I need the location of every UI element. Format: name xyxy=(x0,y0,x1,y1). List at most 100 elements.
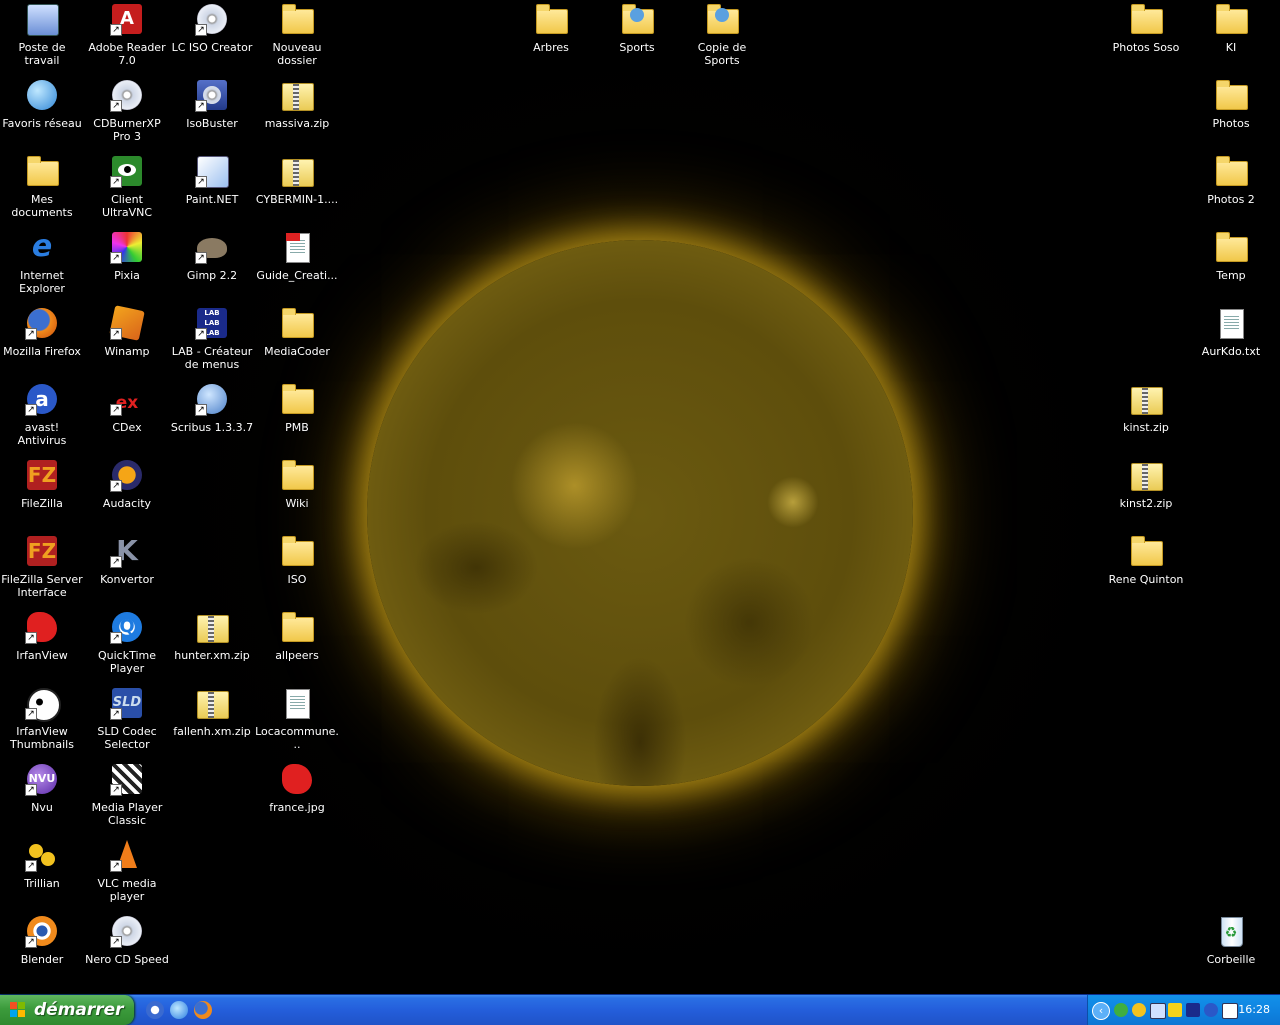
avast-tray-icon[interactable] xyxy=(1204,1003,1218,1017)
icon-label: Audacity xyxy=(102,497,152,510)
folder-icon xyxy=(534,2,568,36)
desktop-icon-cdburnerxp[interactable]: ↗ CDBurnerXP Pro 3 xyxy=(85,78,169,143)
desktop-icon-massiva-zip[interactable]: massiva.zip xyxy=(255,78,339,130)
desktop-icon-kinst2-zip[interactable]: kinst2.zip xyxy=(1104,458,1188,510)
scribus-icon: ↗ xyxy=(195,382,229,416)
audacity-icon: ↗ xyxy=(110,458,144,492)
desktop-icon-mes-documents[interactable]: Mes documents xyxy=(0,154,84,219)
icon-label: Winamp xyxy=(104,345,150,358)
system-tray: ‹ 16:28 xyxy=(1087,995,1280,1025)
internet-explorer-icon[interactable] xyxy=(170,1001,188,1019)
desktop-icon-nero-cd-speed[interactable]: ↗ Nero CD Speed xyxy=(85,914,169,966)
desktop-icon-kinst-zip[interactable]: kinst.zip xyxy=(1104,382,1188,434)
desktop-icon-lc-iso-creator[interactable]: ↗ LC ISO Creator xyxy=(170,2,254,54)
desktop-icon-vlc[interactable]: ↗ VLC media player xyxy=(85,838,169,903)
icon-label: Blender xyxy=(20,953,64,966)
folder-icon xyxy=(280,306,314,340)
desktop-icon-photos[interactable]: Photos xyxy=(1189,78,1273,130)
desktop-icon-avast[interactable]: a ↗ avast! Antivirus xyxy=(0,382,84,447)
desktop-icon-locacommune[interactable]: Locacommune... xyxy=(255,686,339,751)
start-button[interactable]: démarrer xyxy=(0,995,134,1025)
desktop-icon-paint-net[interactable]: ↗ Paint.NET xyxy=(170,154,254,206)
desktop-icon-mediacoder[interactable]: MediaCoder xyxy=(255,306,339,358)
desktop-icon-mozilla-firefox[interactable]: ↗ Mozilla Firefox xyxy=(0,306,84,358)
desktop-icon-adobe-reader[interactable]: A ↗ Adobe Reader 7.0 xyxy=(85,2,169,67)
desktop-icon-filezilla-server[interactable]: FZ FileZilla Server Interface xyxy=(0,534,84,599)
desktop-icon-media-player-classic[interactable]: ↗ Media Player Classic xyxy=(85,762,169,827)
desktop-icon-cybermin[interactable]: CYBERMIN-1.... xyxy=(255,154,339,206)
desktop-icon-guide-creation[interactable]: Guide_Creati... xyxy=(255,230,339,282)
desktop-icon-hunter-zip[interactable]: hunter.xm.zip xyxy=(170,610,254,662)
filezilla-server-icon: FZ xyxy=(25,534,59,568)
desktop-icon-poste-de-travail[interactable]: Poste de travail xyxy=(0,2,84,67)
icon-label: CDex xyxy=(112,421,142,434)
desktop-icon-fallenh-zip[interactable]: fallenh.xm.zip xyxy=(170,686,254,738)
desktop-icon-nouveau-dossier[interactable]: Nouveau dossier xyxy=(255,2,339,67)
desktop-icon-sld-codec[interactable]: SLD ↗ SLD Codec Selector xyxy=(85,686,169,751)
desktop-icon-ki[interactable]: KI xyxy=(1189,2,1273,54)
folder-icon xyxy=(280,458,314,492)
lab-icon: LAB LAB LAB ↗ xyxy=(195,306,229,340)
desktop-icon-pixia[interactable]: ↗ Pixia xyxy=(85,230,169,282)
desktop-icon-sports[interactable]: Sports xyxy=(595,2,679,54)
desktop-icon-scribus[interactable]: ↗ Scribus 1.3.3.7 xyxy=(170,382,254,434)
desktop-icon-corbeille[interactable]: ♻ Corbeille xyxy=(1189,914,1273,966)
desktop-icon-winamp[interactable]: ↗ Winamp xyxy=(85,305,169,358)
desktop-icon-ultravnc[interactable]: ↗ Client UltraVNC xyxy=(85,154,169,219)
network-connection-icon[interactable] xyxy=(1150,1003,1166,1019)
desktop-icon-isobuster[interactable]: ↗ IsoBuster xyxy=(170,78,254,130)
desktop[interactable]: Poste de travail Favoris réseau Mes docu… xyxy=(0,0,1280,994)
eye-icon: ↗ xyxy=(110,154,144,188)
desktop-icon-iso[interactable]: ISO xyxy=(255,534,339,586)
clock[interactable]: 16:28 xyxy=(1238,995,1270,1025)
icon-label: Arbres xyxy=(533,41,569,54)
desktop-icon-favoris-reseau[interactable]: Favoris réseau xyxy=(0,78,84,130)
shield-icon[interactable] xyxy=(1186,1003,1200,1017)
icon-label: FileZilla Server Interface xyxy=(1,573,83,599)
desktop-icon-arbres[interactable]: Arbres xyxy=(509,2,593,54)
security-alert-icon[interactable] xyxy=(1168,1003,1182,1017)
desktop-icon-photos-soso[interactable]: Photos Soso xyxy=(1104,2,1188,54)
desktop-icon-wiki[interactable]: Wiki xyxy=(255,458,339,510)
icon-label: MediaCoder xyxy=(264,345,330,358)
desktop-icon-cdex[interactable]: ex ↗ CDex xyxy=(85,382,169,434)
folder-icon xyxy=(280,382,314,416)
konvertor-icon: K ↗ xyxy=(110,534,144,568)
desktop-icon-filezilla[interactable]: FZ FileZilla xyxy=(0,458,84,510)
desktop-icon-blender[interactable]: ↗ Blender xyxy=(0,914,84,966)
show-desktop-icon[interactable] xyxy=(146,1001,164,1019)
desktop-icon-trillian[interactable]: ↗ Trillian xyxy=(0,838,84,890)
mail-icon[interactable] xyxy=(1222,1003,1238,1019)
desktop-icon-france-jpg[interactable]: france.jpg xyxy=(255,762,339,814)
desktop-icon-allpeers[interactable]: allpeers xyxy=(255,610,339,662)
disc-icon: ↗ xyxy=(195,2,229,36)
desktop-icon-irfanview-thumbnails[interactable]: ↗ IrfanView Thumbnails xyxy=(0,686,84,751)
wallpaper-sun xyxy=(367,240,913,786)
internet-explorer-icon: e xyxy=(31,229,53,264)
desktop-icon-nvu[interactable]: NVU ↗ Nvu xyxy=(0,762,84,814)
desktop-icon-gimp[interactable]: ↗ Gimp 2.2 xyxy=(170,230,254,282)
desktop-icon-temp[interactable]: Temp xyxy=(1189,230,1273,282)
paint-net-icon: ↗ xyxy=(195,154,229,188)
desktop-icon-rene-quinton[interactable]: Rene Quinton xyxy=(1104,534,1188,586)
desktop-icon-internet-explorer[interactable]: e Internet Explorer xyxy=(0,229,84,296)
icon-label: Internet Explorer xyxy=(19,269,65,295)
desktop-icon-aurkdo-txt[interactable]: AurKdo.txt xyxy=(1189,306,1273,358)
desktop-icon-konvertor[interactable]: K ↗ Konvertor xyxy=(85,534,169,586)
desktop-icon-quicktime[interactable]: Q ↗ QuickTime Player xyxy=(85,610,169,675)
tray-expand-button[interactable]: ‹ xyxy=(1092,1002,1110,1020)
desktop-icon-audacity[interactable]: ↗ Audacity xyxy=(85,458,169,510)
desktop-icon-irfanview[interactable]: ↗ IrfanView xyxy=(0,610,84,662)
icon-label: SLD Codec Selector xyxy=(97,725,157,751)
network-users-icon[interactable] xyxy=(1114,1003,1128,1017)
firefox-icon[interactable] xyxy=(194,1001,212,1019)
desktop-icon-copie-de-sports[interactable]: Copie de Sports xyxy=(680,2,764,67)
trillian-tray-icon[interactable] xyxy=(1132,1003,1146,1017)
icon-label: fallenh.xm.zip xyxy=(173,725,251,738)
icon-label: massiva.zip xyxy=(264,117,330,130)
icon-label: Rene Quinton xyxy=(1108,573,1184,586)
desktop-icon-photos-2[interactable]: Photos 2 xyxy=(1189,154,1273,206)
icon-label: QuickTime Player xyxy=(97,649,157,675)
desktop-icon-lab-createur[interactable]: LAB LAB LAB ↗ LAB - Créateur de menus xyxy=(170,306,254,371)
desktop-icon-pmb[interactable]: PMB xyxy=(255,382,339,434)
